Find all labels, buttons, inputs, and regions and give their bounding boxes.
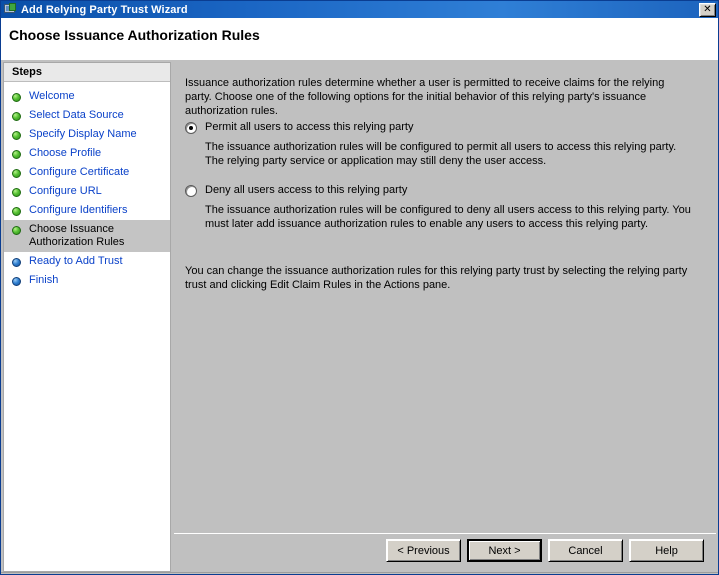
title-bar: Add Relying Party Trust Wizard ✕: [1, 1, 718, 18]
sidebar-item-finish[interactable]: Finish: [4, 271, 170, 290]
intro-text: Issuance authorization rules determine w…: [185, 77, 665, 117]
radio-deny-all[interactable]: [185, 185, 197, 197]
sidebar-item-label: Specify Display Name: [29, 128, 137, 140]
option-permit-all-row[interactable]: Permit all users to access this relying …: [185, 121, 695, 134]
cancel-button[interactable]: Cancel: [548, 539, 623, 562]
option-deny-all-row[interactable]: Deny all users access to this relying pa…: [185, 184, 695, 197]
option-deny-all[interactable]: Deny all users access to this relying pa…: [185, 184, 695, 231]
body-area: Steps Welcome Select Data Source Specify…: [1, 60, 718, 574]
step-done-icon: [12, 150, 21, 159]
option-deny-all-label: Deny all users access to this relying pa…: [205, 184, 408, 196]
page-title: Choose Issuance Authorization Rules: [9, 27, 260, 43]
sidebar-item-label: Choose Issuance Authorization Rules: [29, 223, 125, 248]
step-done-icon: [12, 226, 21, 235]
option-permit-all-description: The issuance authorization rules will be…: [205, 141, 677, 167]
sidebar-item-configure-identifiers[interactable]: Configure Identifiers: [4, 201, 170, 220]
step-done-icon: [12, 169, 21, 178]
radio-permit-all[interactable]: [185, 122, 197, 134]
sidebar-item-label: Ready to Add Trust: [29, 255, 123, 267]
option-permit-all[interactable]: Permit all users to access this relying …: [185, 121, 695, 168]
sidebar-item-label: Configure URL: [29, 185, 102, 197]
button-bar-divider: [174, 533, 716, 535]
previous-button[interactable]: < Previous: [386, 539, 461, 562]
step-done-icon: [12, 188, 21, 197]
sidebar-item-select-data-source[interactable]: Select Data Source: [4, 106, 170, 125]
step-done-icon: [12, 207, 21, 216]
step-done-icon: [12, 93, 21, 102]
sidebar-item-welcome[interactable]: Welcome: [4, 87, 170, 106]
sidebar-item-label: Choose Profile: [29, 147, 102, 159]
window-title: Add Relying Party Trust Wizard: [21, 3, 188, 16]
sidebar-item-label: Select Data Source: [29, 109, 124, 121]
step-done-icon: [12, 112, 21, 121]
footnote-text: You can change the issuance authorizatio…: [185, 265, 688, 291]
help-button[interactable]: Help: [629, 539, 704, 562]
button-bar: < Previous Next > Cancel Help: [174, 536, 716, 572]
option-permit-all-label: Permit all users to access this relying …: [205, 121, 414, 133]
steps-header: Steps: [4, 63, 170, 82]
sidebar-item-configure-url[interactable]: Configure URL: [4, 182, 170, 201]
wizard-icon: [4, 3, 17, 16]
sidebar-item-specify-display-name[interactable]: Specify Display Name: [4, 125, 170, 144]
sidebar-item-ready-to-add-trust[interactable]: Ready to Add Trust: [4, 252, 170, 271]
step-pending-icon: [12, 277, 21, 286]
step-pending-icon: [12, 258, 21, 267]
sidebar-item-label: Welcome: [29, 90, 75, 102]
next-button[interactable]: Next >: [467, 539, 542, 562]
close-icon[interactable]: ✕: [699, 2, 716, 17]
sidebar-item-configure-certificate[interactable]: Configure Certificate: [4, 163, 170, 182]
sidebar-item-label: Finish: [29, 274, 59, 286]
steps-list: Welcome Select Data Source Specify Displ…: [4, 82, 170, 290]
option-deny-all-description: The issuance authorization rules will be…: [205, 204, 691, 230]
sidebar-item-label: Configure Identifiers: [29, 204, 128, 216]
steps-header-label: Steps: [12, 66, 42, 78]
window-bottom-strip: [1, 572, 718, 574]
sidebar-item-choose-issuance-authorization-rules[interactable]: Choose Issuance Authorization Rules: [4, 220, 170, 252]
step-done-icon: [12, 131, 21, 140]
page-header: Choose Issuance Authorization Rules: [1, 18, 718, 60]
content-pane: Issuance authorization rules determine w…: [174, 62, 716, 533]
steps-sidebar: Steps Welcome Select Data Source Specify…: [3, 62, 171, 572]
wizard-window: Add Relying Party Trust Wizard ✕ Choose …: [0, 0, 719, 575]
sidebar-item-choose-profile[interactable]: Choose Profile: [4, 144, 170, 163]
sidebar-item-label: Configure Certificate: [29, 166, 130, 178]
